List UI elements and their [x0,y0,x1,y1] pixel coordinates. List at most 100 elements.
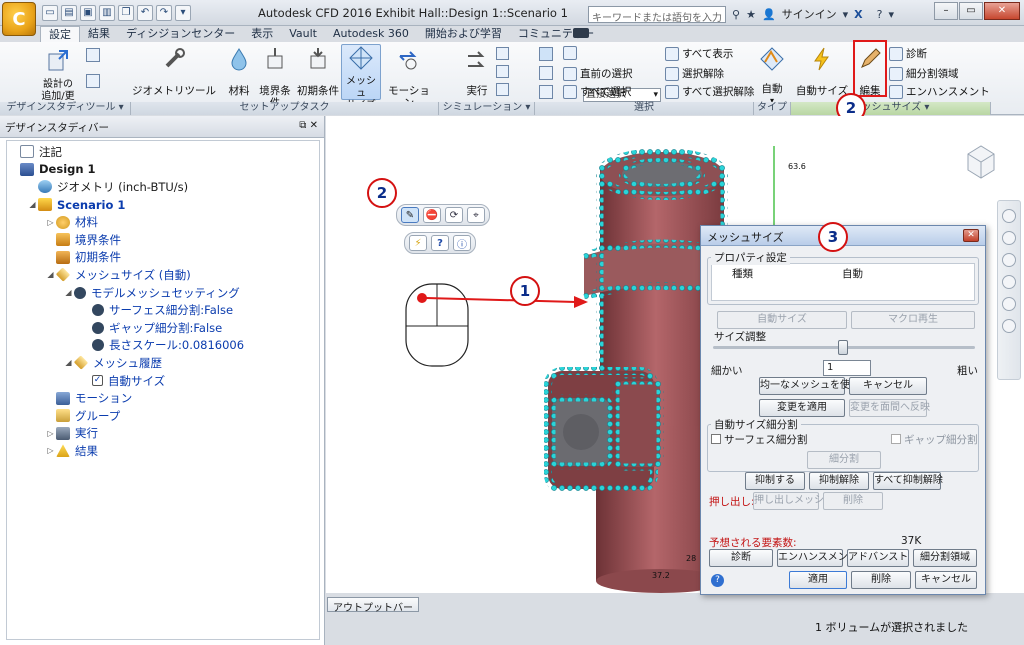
ribbon-tab[interactable]: 表示 [243,26,281,42]
refresh-mini-button[interactable]: ⟳ [445,207,463,223]
sim-list-icon[interactable] [496,47,509,60]
tree-node[interactable]: Design 1 [7,161,319,179]
expand-toggle-icon[interactable]: ◢ [45,270,56,279]
mesh-size-button[interactable]: メッシュ サイズ [341,44,381,111]
diagnose-button[interactable]: 診断 [889,46,927,61]
surface-refine-checkbox[interactable]: サーフェス細分割 [711,432,807,447]
open-folder-icon[interactable]: ▤ [61,5,77,21]
tree-node[interactable]: グループ [7,407,319,425]
materials-button[interactable]: 材料 [224,46,254,97]
steering-wheel-icon[interactable] [1002,319,1016,333]
refine-region-dialog-button[interactable]: 細分割領域 [913,549,977,567]
gap-refine-checkbox[interactable]: ギャップ細分割 [891,432,978,447]
new-file-icon[interactable]: ▭ [42,5,58,21]
lightning-mini-button[interactable]: ⚡ [409,235,427,251]
fit-icon[interactable] [1002,297,1016,311]
undo-icon[interactable]: ↶ [137,5,153,21]
tree-node[interactable]: モーション [7,389,319,407]
chevron-down-icon[interactable]: ▾ [843,8,849,21]
ribbon-tab[interactable]: 結果 [80,26,118,42]
auto-type-button[interactable]: 自動 ▾ [757,46,787,107]
ribbon-tab[interactable]: Autodesk 360 [325,26,417,42]
extrude-delete-button[interactable]: 削除 [823,492,883,510]
deselect-all-button[interactable]: すべて選択解除 [665,84,754,99]
help-icon[interactable]: ? [877,8,883,21]
uniform-mesh-button[interactable]: 均一なメッシュを使用 [759,377,860,395]
output-bar-button[interactable]: アウトプットバー [327,597,419,614]
select-all-button[interactable]: すべて選択 [563,84,631,99]
ribbon-tab[interactable]: ディシジョンセンター [118,26,243,42]
show-all-button[interactable]: すべて表示 [665,46,733,61]
info-mini-button[interactable]: ⓘ [453,235,471,251]
expand-toggle-icon[interactable]: ▷ [45,429,56,438]
sim-mail-icon[interactable] [496,83,509,96]
tree-node[interactable]: 境界条件 [7,231,319,249]
run-button[interactable]: 実行 [462,48,492,97]
application-menu-button[interactable]: C [2,2,36,36]
tree-node[interactable]: ◢ モデルメッシュセッティング [7,284,319,302]
macro-play-button[interactable]: マクロ再生 [851,311,975,329]
apply-button[interactable]: 適用 [789,571,847,589]
view-cube[interactable] [960,140,1002,182]
expand-toggle-icon[interactable]: ◢ [27,200,38,209]
initial-conditions-button[interactable]: 初期条件 [297,46,339,97]
auto-size-dialog-button[interactable]: 自動サイズ [717,311,847,329]
pan-icon[interactable] [1002,231,1016,245]
signin-link[interactable]: サインイン [782,6,837,22]
design-small-icon-2[interactable] [86,74,100,88]
stop-mini-button[interactable]: ⛔ [423,207,441,223]
tab-overflow-icon[interactable] [573,28,589,38]
apply-change-button[interactable]: 変更を適用 [759,399,845,417]
redo-icon[interactable]: ↷ [156,5,172,21]
diagnose-dialog-button[interactable]: 診断 [709,549,773,567]
user-icon[interactable]: 👤 [762,8,776,21]
auto-size-button[interactable]: 自動サイズ [795,46,849,97]
boundary-conditions-button[interactable]: 境界条件 [255,46,295,109]
tree-node[interactable]: サーフェス細分割:False [7,301,319,319]
pin-close-icon[interactable]: ⧉ ✕ [299,120,318,131]
dialog-cancel-button[interactable]: キャンセル [915,571,977,589]
reflect-change-button[interactable]: 変更を面間へ反映 [849,399,930,417]
enhancement-dialog-button[interactable]: エンハンスメント [777,549,858,567]
select-mini-button[interactable]: ⌖ [467,207,485,223]
expand-toggle-icon[interactable]: ▷ [45,218,56,227]
tree-node[interactable]: 初期条件 [7,249,319,267]
design-study-footer[interactable]: デザインスタディツール ▾ [0,102,131,115]
motion-button[interactable]: モーション [383,46,435,109]
size-cancel-button[interactable]: キャンセル [849,377,927,395]
dialog-close-button[interactable]: ✕ [963,229,979,242]
help-mini-button[interactable]: ? [431,235,449,251]
unsuppress-button[interactable]: 抑制解除 [809,472,869,490]
tree-node[interactable]: 注記 [7,143,319,161]
deselect-button[interactable]: 選択解除 [665,66,724,81]
search-input[interactable]: キーワードまたは語句を入力 [588,6,726,24]
refine-region-button[interactable]: 細分割領域 [889,66,959,81]
zoom-icon[interactable] [1002,253,1016,267]
tree-node[interactable]: 長さスケール:0.0816006 [7,337,319,355]
minimize-button[interactable]: – [934,2,958,20]
size-value-input[interactable]: 1 [823,360,871,376]
tree-node[interactable]: ▷ 結果 [7,442,319,460]
unsuppress-all-button[interactable]: すべて抑制解除 [873,472,943,490]
simulation-footer[interactable]: シミュレーション ▾ [439,102,535,115]
tree-node[interactable]: ✓ 自動サイズ [7,372,319,390]
extrude-mesh-button[interactable]: 押し出しメッシュ [753,492,834,510]
suppress-button[interactable]: 抑制する [745,472,805,490]
tree-node[interactable]: ギャップ細分割:False [7,319,319,337]
enhancement-button[interactable]: エンハンスメント [889,84,990,99]
binoculars-icon[interactable]: ⚲ [732,8,740,21]
tree-node[interactable]: ◢ Scenario 1 [7,196,319,214]
look-icon[interactable] [1002,275,1016,289]
save-as-icon[interactable]: ▥ [99,5,115,21]
orbit-icon[interactable] [1002,209,1016,223]
expand-toggle-icon[interactable]: ◢ [63,288,74,297]
tree-node[interactable]: ジオメトリ (inch-BTU/s) [7,178,319,196]
tree-node[interactable]: ▷ 材料 [7,213,319,231]
tree-node[interactable]: ◢ メッシュサイズ (自動) [7,266,319,284]
checkbox-icon[interactable]: ✓ [92,375,103,387]
geometry-tool-button[interactable]: ジオメトリツール [132,46,216,97]
mesh-size-footer[interactable]: メッシュサイズ ▾ [791,102,991,115]
tree-node[interactable]: ◢ メッシュ履歴 [7,354,319,372]
exchange-icon[interactable]: X [854,8,862,21]
expand-toggle-icon[interactable]: ◢ [63,358,74,367]
